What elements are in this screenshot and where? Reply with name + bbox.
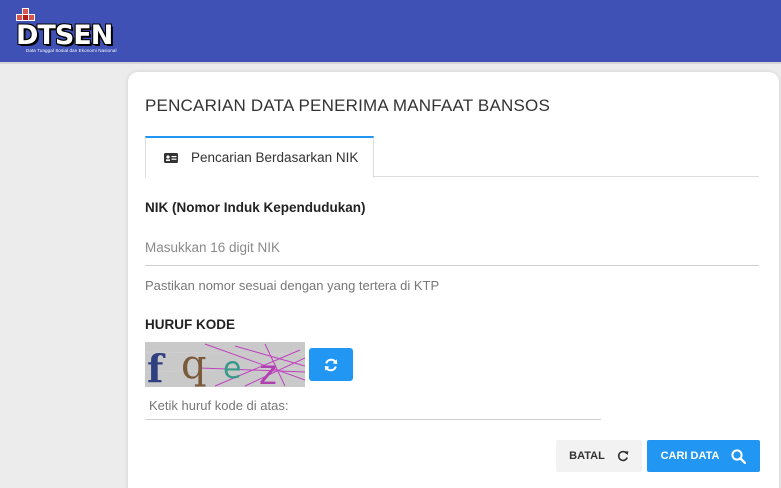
cancel-button-label: BATAL xyxy=(569,450,605,462)
id-card-icon xyxy=(164,152,178,163)
page-title: PENCARIAN DATA PENERIMA MANFAAT BANSOS xyxy=(145,96,550,115)
top-header: DTSEN Data Tunggal Sosial dan Ekonomi Na… xyxy=(0,0,781,64)
logo-subtitle: Data Tunggal Sosial dan Ekonomi Nasional xyxy=(26,48,117,53)
svg-text:z: z xyxy=(259,353,277,387)
reset-icon xyxy=(617,450,629,462)
search-data-button[interactable]: CARI DATA xyxy=(647,440,760,472)
captcha-image: f q e z xyxy=(145,342,305,387)
search-button-label: CARI DATA xyxy=(660,450,720,462)
svg-text:e: e xyxy=(223,351,241,386)
dtsen-logo[interactable]: DTSEN Data Tunggal Sosial dan Ekonomi Na… xyxy=(16,8,134,58)
tab-bar: Pencarian Berdasarkan NIK xyxy=(145,136,759,178)
tab-label: Pencarian Berdasarkan NIK xyxy=(191,150,359,165)
refresh-icon xyxy=(324,358,338,371)
captcha-label: HURUF KODE xyxy=(145,317,235,332)
logo-text: DTSEN xyxy=(16,20,113,51)
nik-hint: Pastikan nomor sesuai dengan yang terter… xyxy=(145,278,440,293)
cancel-button[interactable]: BATAL xyxy=(556,440,642,472)
search-card: PENCARIAN DATA PENERIMA MANFAAT BANSOS P… xyxy=(128,72,779,488)
captcha-input[interactable] xyxy=(145,392,601,420)
nik-input[interactable] xyxy=(145,230,759,266)
svg-text:f: f xyxy=(147,346,166,387)
tab-nik-search[interactable]: Pencarian Berdasarkan NIK xyxy=(145,136,374,178)
svg-text:q: q xyxy=(181,342,207,387)
captcha-refresh-button[interactable] xyxy=(309,348,353,381)
search-icon xyxy=(731,448,747,464)
nik-label: NIK (Nomor Induk Kependudukan) xyxy=(145,200,366,215)
